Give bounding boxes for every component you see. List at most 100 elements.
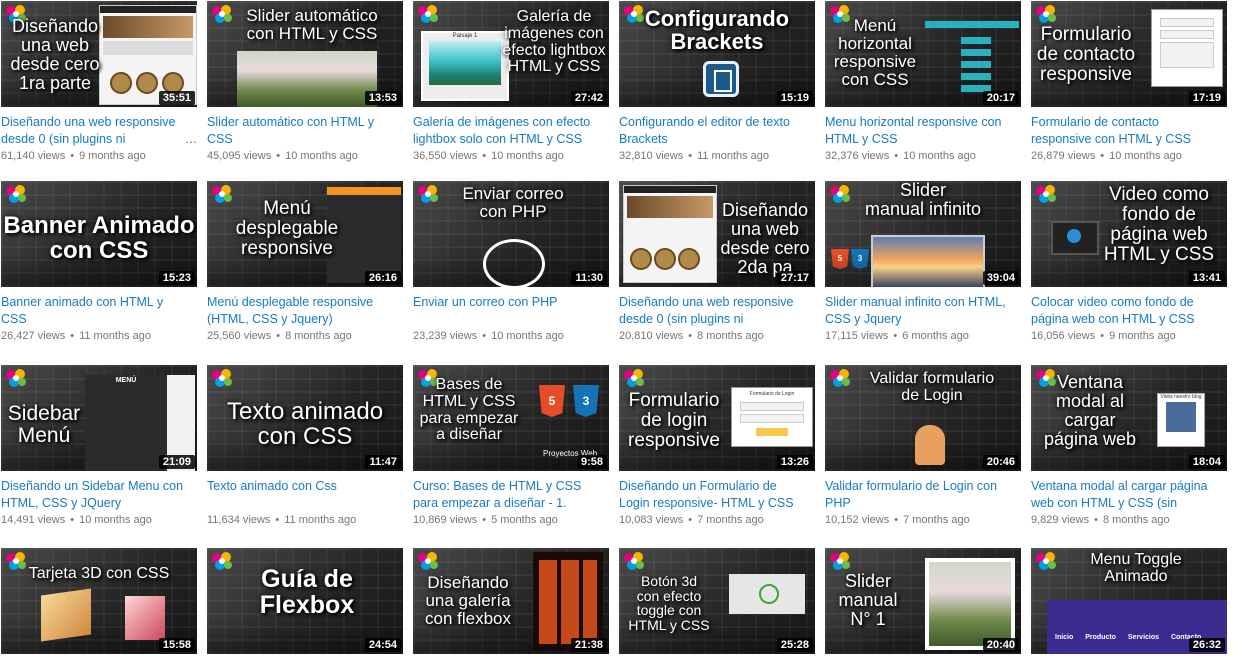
thumbnail-title-text: Tarjeta 3D con CSS — [28, 565, 170, 582]
video-thumbnail[interactable]: Validar formulario de Login 20:46 — [825, 365, 1021, 471]
video-card[interactable]: Configurando Brackets 15:19 Configurando e… — [619, 1, 815, 164]
video-title-link[interactable]: Banner animado con HTML y CSS — [1, 294, 197, 328]
separator-dot: • — [70, 150, 75, 162]
duration-badge: 26:16 — [364, 271, 401, 285]
upload-age: 9 months ago — [1109, 330, 1176, 342]
video-card[interactable]: Slider manual N° 1 20:40 — [825, 548, 1021, 654]
thumbnail-title-text: Sidebar Menú — [7, 402, 81, 448]
video-thumbnail[interactable]: Diseñando una galería con flexbox 21:38 — [413, 548, 609, 654]
view-count: 45,095 views — [207, 150, 272, 162]
video-card[interactable]: Formulario de Login Formulario de login r… — [619, 365, 815, 528]
video-title-link[interactable]: Configurando el editor de texto Brackets — [619, 114, 815, 148]
video-thumbnail[interactable]: Paisaje 1 Galería de imágenes con efecto … — [413, 1, 609, 107]
video-title-link[interactable]: Menu horizontal responsive con HTML y CS… — [825, 114, 1021, 148]
video-card[interactable]: MENÚ Sidebar Menú 21:09 Diseñando un Sideba… — [1, 365, 197, 528]
video-meta: 36,550 views • 10 months ago — [413, 148, 609, 164]
video-title-link[interactable]: Enviar un correo con PHP — [413, 294, 609, 328]
video-title-link[interactable]: Texto animado con Css — [207, 478, 403, 512]
video-card[interactable]: 5 3 Proyectos Web Bases de HTML y CSS para … — [413, 365, 609, 528]
video-title-link[interactable]: Galería de imágenes con efecto lightbox … — [413, 114, 609, 148]
channel-logo-icon — [415, 3, 441, 27]
thumbnail-title-text: Validar formulario de Login — [869, 370, 995, 404]
video-thumbnail[interactable]: Menú desplegable responsive 26:16 — [207, 181, 403, 287]
video-card[interactable]: Tarjeta 3D con CSS 15:58 — [1, 548, 197, 654]
separator-dot: • — [1100, 150, 1105, 162]
upload-age: 10 months ago — [903, 150, 976, 162]
video-thumbnail[interactable]: Formulario de contacto responsive 17:19 — [1031, 1, 1227, 107]
video-thumbnail[interactable]: Diseñando una web desde cero 1ra parte 35… — [1, 1, 197, 107]
video-thumbnail[interactable]: Configurando Brackets 15:19 — [619, 1, 815, 107]
duration-badge: 39:04 — [982, 271, 1019, 285]
video-title-link[interactable]: Menú desplegable responsive (HTML, CSS y… — [207, 294, 403, 328]
thumbnail-title-text: Diseñando una web desde cero 1ra parte — [10, 16, 100, 93]
video-thumbnail[interactable]: Menú horizontal responsive con CSS 20:17 — [825, 1, 1021, 107]
video-thumbnail[interactable]: Botón 3d con efecto toggle con HTML y CS… — [619, 548, 815, 654]
thumbnail-title-text: Menu Toggle Animado — [1090, 551, 1182, 585]
video-thumbnail[interactable]: Slider manual N° 1 20:40 — [825, 548, 1021, 654]
separator-dot: • — [1094, 514, 1098, 526]
video-card[interactable]: Banner Animado con CSS 15:23 Banner animad… — [1, 181, 197, 344]
video-meta: 10,869 views • 5 months ago — [413, 512, 609, 528]
video-card[interactable]: Texto animado con CSS 11:47 Texto animado … — [207, 365, 403, 528]
video-card[interactable]: Diseñando una web desde cero 1ra parte 35… — [1, 1, 197, 164]
video-card[interactable]: 5 3 Slider manual infinito 39:04 Slider manu… — [825, 181, 1021, 344]
video-thumbnail[interactable]: Texto animado con CSS 11:47 — [207, 365, 403, 471]
upload-age: 7 months ago — [697, 514, 764, 526]
video-card[interactable]: Menú horizontal responsive con CSS 20:17 M… — [825, 1, 1021, 164]
video-title-link[interactable]: Diseñando una web responsive desde 0 (si… — [619, 294, 815, 328]
view-count: 10,869 views — [413, 514, 478, 526]
video-title-link[interactable]: Diseñando una web responsive desde 0 (si… — [1, 114, 197, 148]
video-card[interactable]: Diseñando una galería con flexbox 21:38 — [413, 548, 609, 654]
thumbnail-title-text: Slider manual infinito — [864, 181, 982, 219]
video-thumbnail[interactable]: Slider automático con HTML y CSS 13:53 — [207, 1, 403, 107]
lightbox-caption: Paisaje 1 — [452, 33, 478, 39]
video-title-link[interactable]: Validar formulario de Login con PHP — [825, 478, 1021, 512]
video-thumbnail[interactable]: 5 3 Proyectos Web Bases de HTML y CSS para … — [413, 365, 609, 471]
video-card[interactable]: Botón 3d con efecto toggle con HTML y CS… — [619, 548, 815, 654]
video-card[interactable]: Paisaje 1 Galería de imágenes con efecto … — [413, 1, 609, 164]
video-title-link[interactable]: Diseñando un Sidebar Menu con HTML, CSS … — [1, 478, 197, 512]
video-card[interactable]: Inicio Producto Servicios Contacto Menu T… — [1031, 548, 1227, 654]
video-card[interactable]: Diseñando una web desde cero 2da pa 27:17… — [619, 181, 815, 344]
video-card[interactable]: Slider automático con HTML y CSS 13:53 Sli… — [207, 1, 403, 164]
video-card[interactable]: Enviar correo con PHP 11:30 Enviar un corr… — [413, 181, 609, 344]
view-count: 36,550 views — [413, 150, 478, 162]
video-thumbnail[interactable]: 5 3 Slider manual infinito 39:04 — [825, 181, 1021, 287]
thumbnail-title-text: Formulario de contacto responsive — [1036, 24, 1136, 85]
video-thumbnail[interactable]: MENÚ Sidebar Menú 21:09 — [1, 365, 197, 471]
video-thumbnail[interactable]: Tarjeta 3D con CSS 15:58 — [1, 548, 197, 654]
video-title-link[interactable]: Slider automático con HTML y CSS — [207, 114, 403, 148]
video-title-link[interactable]: Curso: Bases de HTML y CSS para empezar … — [413, 478, 609, 512]
video-card[interactable]: Video como fondo de página web HTML y CS… — [1031, 181, 1227, 344]
view-count: 11,634 views — [207, 514, 271, 526]
separator-dot: • — [894, 514, 899, 526]
video-card[interactable]: Formulario de contacto responsive 17:19 Fo… — [1031, 1, 1227, 164]
video-title-link[interactable]: Diseñando un Formulario de Login respons… — [619, 478, 815, 512]
video-thumbnail[interactable]: Visita nuestro blog Ventana modal al carg… — [1031, 365, 1227, 471]
video-thumbnail[interactable]: Video como fondo de página web HTML y CS… — [1031, 181, 1227, 287]
duration-badge: 25:28 — [776, 638, 813, 652]
menu-toggle-nav: Inicio Producto Servicios Contacto — [1055, 634, 1202, 641]
duration-badge: 27:42 — [570, 91, 607, 105]
thumbnail-title-text: Diseñando una galería con flexbox — [425, 573, 511, 628]
video-title-link[interactable]: Ventana modal al cargar página web con H… — [1031, 478, 1227, 512]
video-card[interactable]: Menú desplegable responsive 26:16 Menú des… — [207, 181, 403, 344]
video-title-link[interactable]: Slider manual infinito con HTML, CSS y J… — [825, 294, 1021, 328]
video-thumbnail[interactable]: Enviar correo con PHP 11:30 — [413, 181, 609, 287]
video-thumbnail[interactable]: Banner Animado con CSS 15:23 — [1, 181, 197, 287]
video-thumbnail[interactable]: Inicio Producto Servicios Contacto Menu T… — [1031, 548, 1227, 654]
video-meta: 32,810 views • 11 months ago — [619, 148, 815, 164]
video-thumbnail[interactable]: Diseñando una web desde cero 2da pa 27:17 — [619, 181, 815, 287]
video-thumbnail[interactable]: Formulario de Login Formulario de login r… — [619, 365, 815, 471]
video-thumbnail[interactable]: Guía de Flexbox 24:54 — [207, 548, 403, 654]
video-card[interactable]: Validar formulario de Login 20:46 Validar … — [825, 365, 1021, 528]
upload-age: 10 months ago — [1109, 150, 1182, 162]
channel-logo-icon — [209, 550, 235, 574]
video-title-link[interactable]: Formulario de contacto responsive con HT… — [1031, 114, 1227, 148]
video-card[interactable]: Guía de Flexbox 24:54 — [207, 548, 403, 654]
video-card[interactable]: Visita nuestro blog Ventana modal al carg… — [1031, 365, 1227, 528]
thumbnail-title-text: Slider automático con HTML y CSS — [246, 6, 378, 43]
thumbnail-title-text: Botón 3d con efecto toggle con HTML y CS… — [628, 573, 710, 634]
channel-logo-icon — [415, 550, 441, 574]
video-title-link[interactable]: Colocar video como fondo de página web c… — [1031, 294, 1227, 328]
